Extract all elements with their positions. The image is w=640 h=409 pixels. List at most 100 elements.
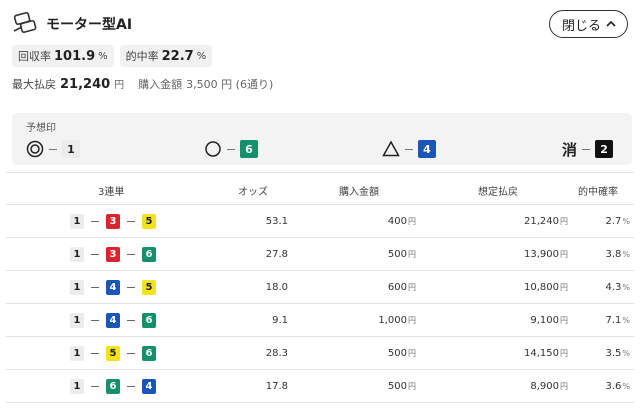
table-row: 1 3 5 53.1 400円 21,240円 2.7% [6,205,634,238]
probability-cell-value: 3.5 [605,348,622,359]
probability-cell-unit: % [622,217,630,226]
trifecta-combo: 1 4 5 [70,280,156,295]
col-header-odds: オッズ [238,187,268,198]
boat-badge: 4 [106,313,120,328]
boat-badge: 4 [418,140,436,158]
trifecta-combo: 1 4 6 [70,313,156,328]
bets-table: 3連単 オッズ 購入金額 想定払戻 的中確率 1 3 5 53.1 400円 21,240… [6,172,634,403]
trifecta-combo: 1 5 6 [70,346,156,361]
payout-cell-value: 21,240 [524,216,559,227]
payout-cell-unit: 円 [560,217,568,226]
payout-cell-unit: 円 [560,316,568,325]
dash [127,221,135,222]
payout-cell: 10,800円 [524,282,568,293]
table-header: 3連単 オッズ 購入金額 想定払戻 的中確率 [6,173,634,205]
amount-cell-unit: 円 [408,250,416,259]
col-header-amount: 購入金額 [339,187,379,198]
table-row: 1 3 6 27.8 500円 13,900円 3.8% [6,238,634,271]
probability-cell-unit: % [622,250,630,259]
amount-cell-value: 1,000 [378,315,407,326]
boat-badge: 6 [240,140,258,158]
dash [91,320,99,321]
probability-cell-value: 7.1 [605,315,622,326]
purchase-label: 購入金額 [138,78,183,91]
header: モーター型AI 閉じる [12,10,628,40]
dash [91,353,99,354]
col-header-trifecta: 3連単 [98,187,125,198]
boat-badge: 2 [595,140,614,158]
dash [127,287,135,288]
payout-cell-unit: 円 [560,349,568,358]
dash [91,287,99,288]
probability-cell: 3.8% [605,249,630,260]
trifecta-combo: 1 3 5 [70,214,156,229]
mark-honmei: 1 [26,139,80,159]
odds-cell: 28.3 [266,348,288,359]
payout-cell: 8,900円 [530,381,568,392]
probability-cell-unit: % [622,382,630,391]
payout-cell-unit: 円 [560,382,568,391]
hit-rate-stat: 的中率 22.7 % [119,45,213,67]
boat-badge: 1 [70,280,84,295]
table-row: 1 4 5 18.0 600円 10,800円 4.3% [6,271,634,304]
payout-cell-unit: 円 [560,250,568,259]
dash [405,148,413,150]
probability-cell-unit: % [622,283,630,292]
amount-cell-value: 500 [387,381,407,392]
dash [91,386,99,387]
odds-cell: 53.1 [266,216,288,227]
odds-cell: 27.8 [266,249,288,260]
stats: 回収率 101.9 % 的中率 22.7 % [12,45,213,67]
dash [582,148,591,150]
payout-cell-value: 10,800 [524,282,559,293]
odds-cell-value: 9.1 [272,315,288,326]
boat-badge: 5 [142,280,156,295]
max-payout-value: 21,240 [60,77,111,92]
probability-cell-value: 3.6 [605,381,622,392]
boat-badge: 1 [70,313,84,328]
payout-cell: 14,150円 [524,348,568,359]
amount-cell-unit: 円 [408,217,416,226]
boat-badge: 1 [70,214,84,229]
probability-cell-unit: % [622,316,630,325]
prediction-marks-label: 予想印 [26,123,56,134]
double-circle-icon [26,140,44,158]
odds-cell: 17.8 [266,381,288,392]
payout-cell-value: 13,900 [524,249,559,260]
payout-cell: 21,240円 [524,216,568,227]
boat-badge: 1 [70,346,84,361]
odds-cell-value: 17.8 [265,381,288,392]
boat-badge: 4 [106,280,120,295]
boat-badge: 5 [142,214,156,229]
boat-badge: 1 [70,247,84,262]
prediction-marks-panel: 予想印 1 6 4 消 2 [12,113,632,165]
payout-cell: 13,900円 [524,249,568,260]
kesu-symbol: 消 [562,140,578,159]
probability-cell: 7.1% [605,315,630,326]
stat-label: 回収率 [18,50,51,63]
dash [91,221,99,222]
boat-badge: 6 [142,247,156,262]
trifecta-combo: 1 6 4 [70,379,156,394]
dash [127,254,135,255]
amount-cell-value: 500 [387,348,407,359]
boat-badge: 6 [106,379,120,394]
col-header-payout: 想定払戻 [478,187,518,198]
dash [49,148,57,150]
amount-cell-value: 500 [387,249,407,260]
dash [91,254,99,255]
amount-cell: 500円 [388,348,416,359]
odds-cell: 9.1 [272,315,288,326]
stat-value: 101.9 [54,48,96,64]
summary: 最大払戻 21,240 円 購入金額 3,500 円 (6通り) [12,76,273,92]
stat-unit: % [98,50,108,62]
app-title: モーター型AI [46,17,133,33]
amount-cell: 500円 [388,249,416,260]
payout-cell-value: 9,100 [530,315,559,326]
odds-cell: 18.0 [266,282,288,293]
mark-ana: 4 [382,139,436,159]
dash [127,386,135,387]
probability-cell-value: 4.3 [605,282,622,293]
close-button[interactable]: 閉じる [548,10,628,38]
motor-logo-icon [13,12,37,33]
